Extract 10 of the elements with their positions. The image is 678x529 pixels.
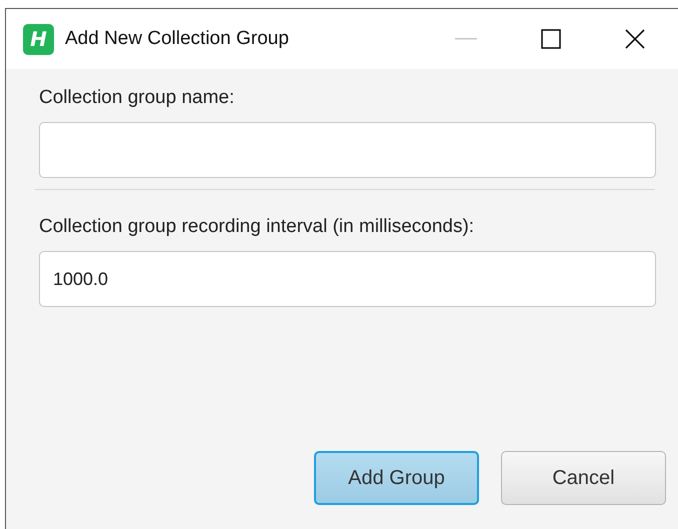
field-label: Collection group recording interval (in milliseconds): <box>39 216 476 238</box>
input-field[interactable]: 1000.0 <box>39 251 656 307</box>
cancel-button[interactable]: Cancel <box>501 451 666 505</box>
input-field[interactable] <box>39 122 656 178</box>
add-group-button[interactable]: Add Group <box>314 451 479 505</box>
app-logo: H <box>23 24 54 54</box>
window-title: Add New Collection Group <box>65 28 289 50</box>
maximize-icon[interactable] <box>541 29 561 49</box>
close-icon[interactable] <box>625 29 645 49</box>
field-label: Collection group name: <box>39 87 236 109</box>
